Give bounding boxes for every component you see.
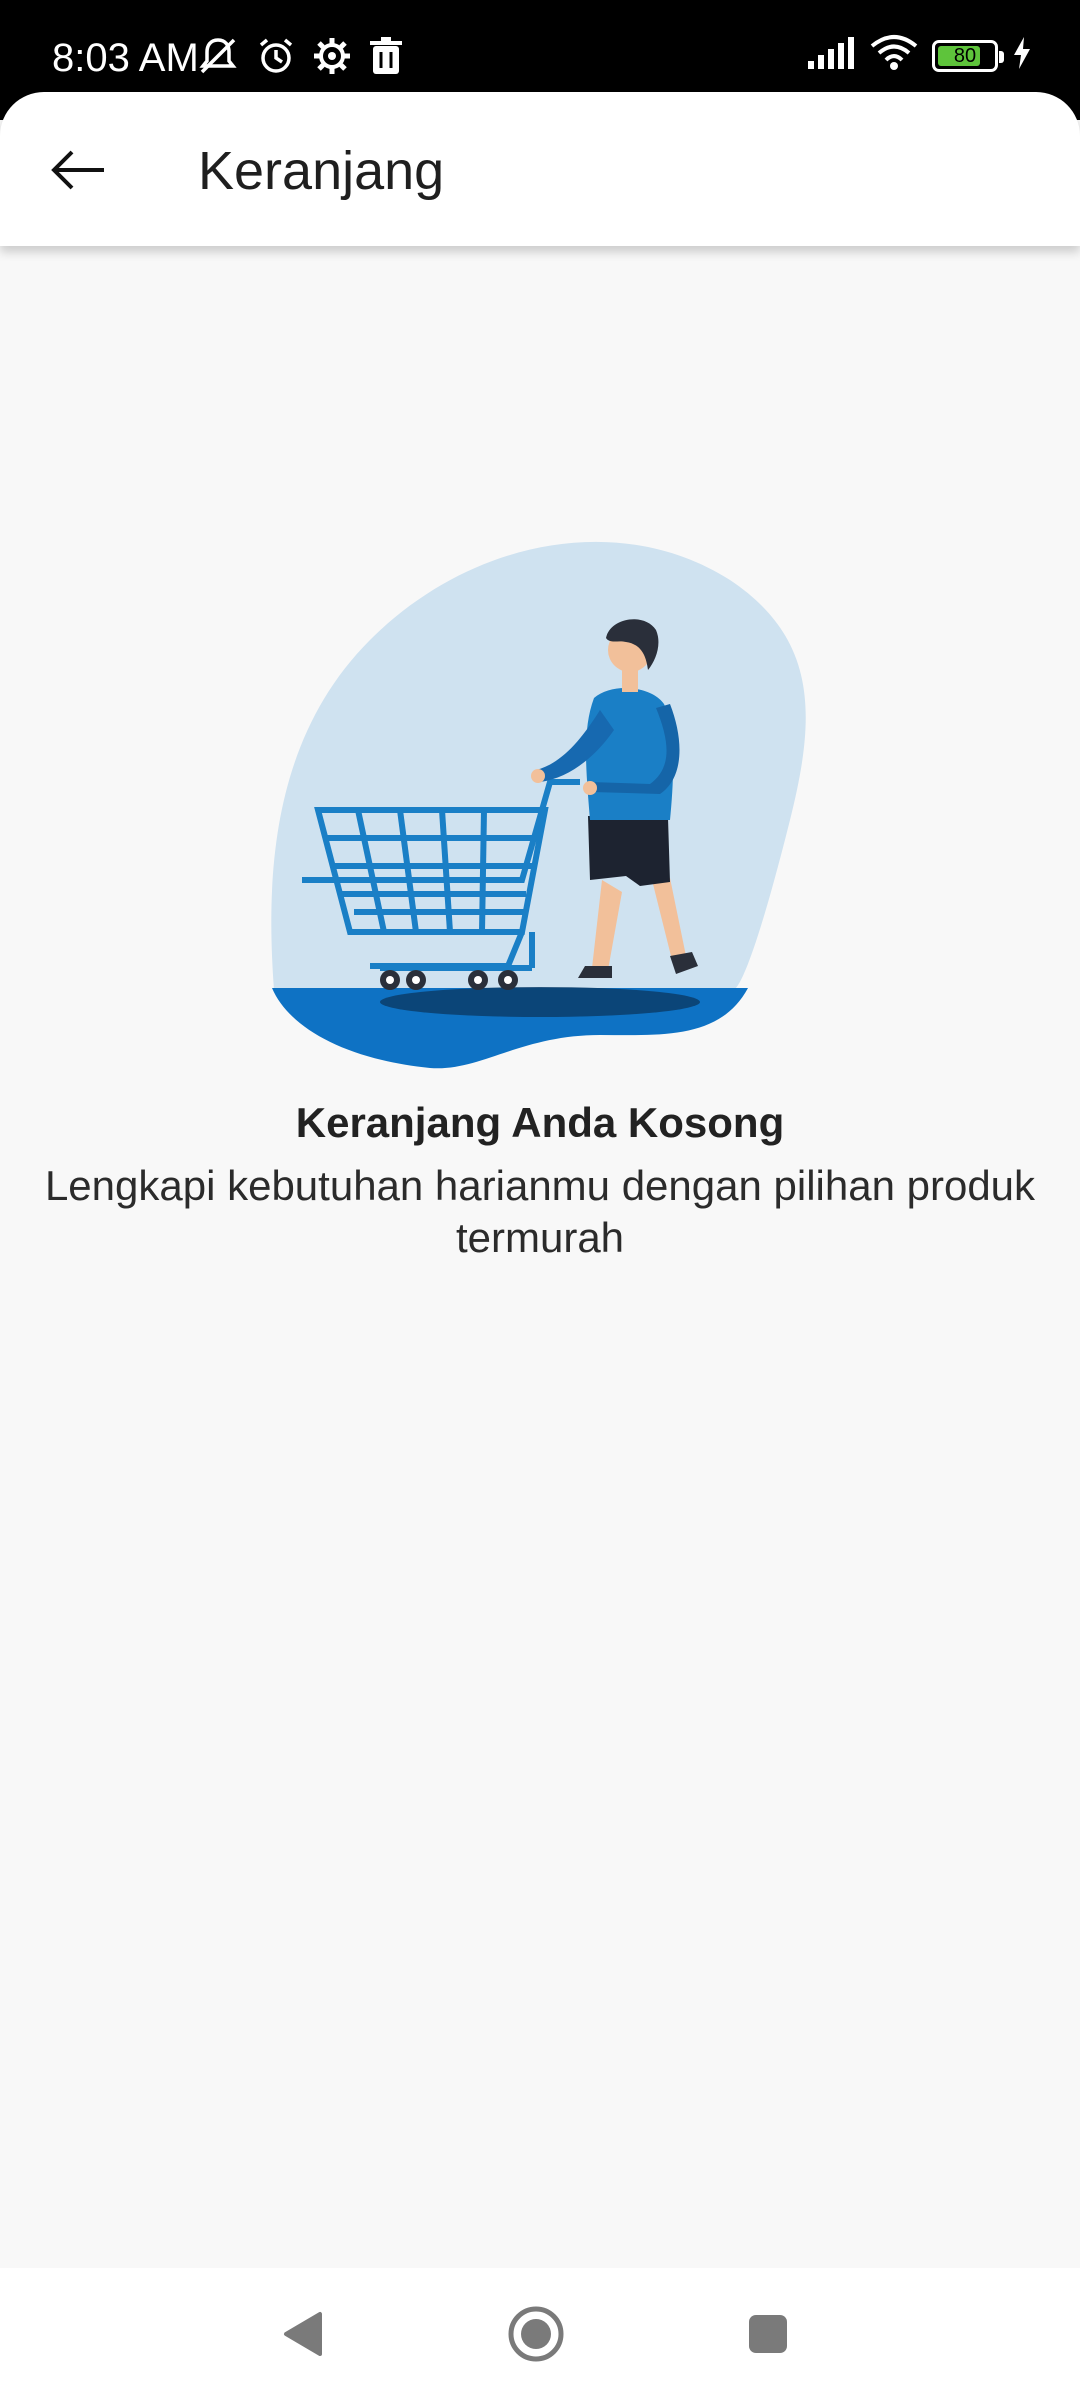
- nav-recents-button[interactable]: [730, 2296, 806, 2372]
- illustration-blob: [271, 541, 806, 991]
- arrow-left-icon: [51, 150, 104, 190]
- battery-tip: [999, 50, 1004, 63]
- nav-back-button[interactable]: [264, 2296, 340, 2372]
- signal-icon: [806, 35, 856, 76]
- wifi-icon: [870, 34, 918, 77]
- alarm-icon: [256, 36, 296, 81]
- settings-gear-icon: [312, 36, 352, 81]
- battery-icon: 80: [932, 39, 1004, 72]
- status-time: 8:03 AM: [52, 36, 199, 80]
- status-left-icons: [196, 34, 404, 83]
- status-right-icons: 80: [806, 34, 1032, 77]
- charging-icon: [1012, 36, 1032, 75]
- page-title: Keranjang: [198, 141, 445, 201]
- empty-cart-illustration: [260, 520, 820, 1080]
- notifications-muted-icon: [196, 34, 240, 83]
- app-bar: Keranjang: [0, 92, 1080, 246]
- nav-home-button[interactable]: [498, 2296, 574, 2372]
- battery-level: 80: [953, 44, 977, 67]
- cart-screen: 8:03 AM 80 Keranjang Keranjang Anda Koso…: [0, 0, 1080, 2400]
- system-nav-bar: [0, 2268, 1080, 2400]
- empty-cart-subtitle: Lengkapi kebutuhan harianmu dengan pilih…: [44, 1162, 1036, 1261]
- back-button[interactable]: [38, 130, 118, 210]
- trash-icon: [368, 36, 404, 81]
- home-circle-icon: [508, 2306, 564, 2362]
- recents-square-icon: [749, 2315, 787, 2353]
- empty-cart-title: Keranjang Anda Kosong: [295, 1099, 785, 1146]
- back-triangle-icon: [284, 2312, 322, 2356]
